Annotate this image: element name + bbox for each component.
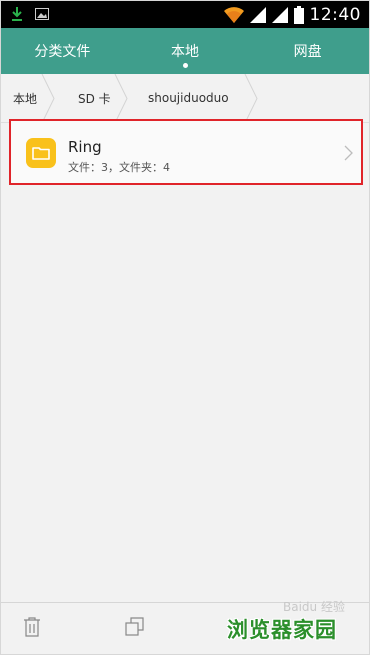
tab-categories[interactable]: 分类文件 (1, 28, 124, 74)
tab-local[interactable]: 本地 (124, 28, 247, 74)
breadcrumb-local[interactable]: 本地 (1, 73, 55, 123)
breadcrumb-separator (244, 73, 258, 123)
watermark-faint: Baidu 经验 (283, 600, 345, 614)
tab-label: 分类文件 (34, 44, 91, 60)
status-bar: 12:40 (1, 1, 369, 28)
signal-icon (271, 6, 288, 23)
chevron-right-icon (344, 145, 353, 161)
signal-icon (249, 6, 266, 23)
breadcrumb-folder[interactable]: shoujiduoduo (126, 73, 258, 123)
file-list-empty-area (1, 185, 369, 605)
delete-button[interactable] (23, 617, 41, 641)
breadcrumb-sd-card[interactable]: SD 卡 (53, 73, 128, 123)
folder-icon (26, 138, 56, 168)
tab-label: 本地 (171, 44, 199, 60)
tab-cloud[interactable]: 网盘 (246, 28, 369, 74)
image-icon (35, 8, 49, 20)
system-icons: 12:40 (223, 3, 362, 26)
copy-icon (125, 617, 144, 636)
item-detail: 文件：3，文件夹：4 (68, 161, 170, 174)
breadcrumb-label: shoujiduoduo (148, 91, 229, 105)
notification-icons (11, 5, 49, 23)
watermark: 浏览器家园 (227, 618, 337, 642)
download-icon (12, 7, 22, 21)
active-tab-indicator (183, 63, 188, 68)
breadcrumb-label: SD 卡 (78, 91, 111, 106)
list-item[interactable]: Ring 文件：3，文件夹：4 (9, 119, 363, 185)
clock: 12:40 (309, 4, 361, 25)
breadcrumb: 本地 SD 卡 shoujiduoduo (1, 73, 369, 123)
breadcrumb-label: 本地 (13, 91, 38, 106)
delete-icon (24, 617, 40, 637)
tab-label: 网盘 (293, 44, 322, 60)
item-name: Ring (68, 138, 102, 156)
wifi-icon (223, 6, 244, 23)
battery-icon (293, 5, 304, 24)
copy-button[interactable] (125, 617, 145, 641)
tab-bar: 分类文件 本地 网盘 (1, 28, 369, 74)
